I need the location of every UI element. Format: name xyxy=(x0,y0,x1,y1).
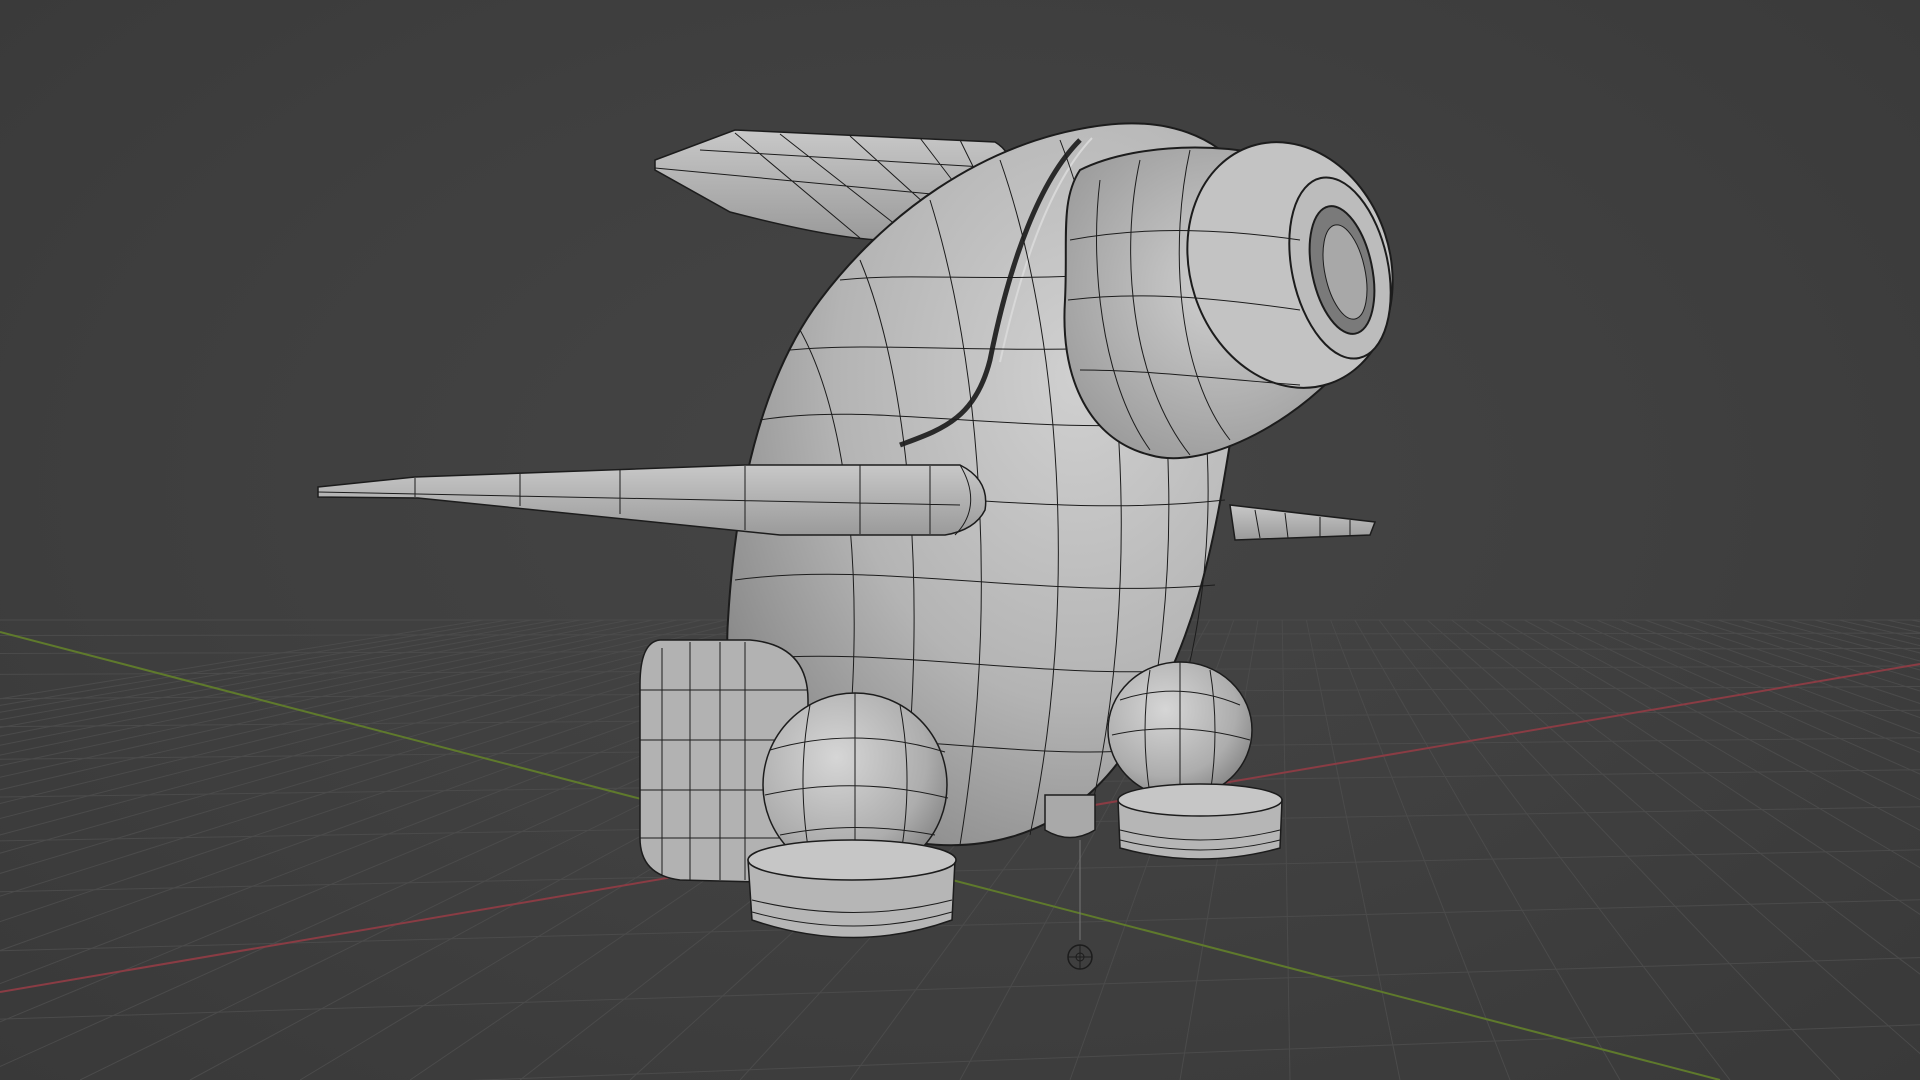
grid-line xyxy=(1645,619,1920,719)
right-wing-mesh[interactable] xyxy=(1229,504,1377,541)
grid-line xyxy=(1572,619,1920,775)
grid-line xyxy=(0,619,678,767)
viewport-scene[interactable] xyxy=(0,0,1920,1080)
grid-line xyxy=(0,619,557,721)
grid-line xyxy=(1281,619,1291,1080)
grid-line xyxy=(1669,619,1920,705)
left-wing-mesh[interactable] xyxy=(317,464,987,536)
grid-line xyxy=(469,1024,1920,1080)
origin-icon[interactable] xyxy=(1067,944,1093,970)
grid-line xyxy=(1305,619,1401,1080)
grid-line xyxy=(0,849,1920,893)
grid-line xyxy=(1548,619,1920,801)
right-landing-gear-mesh[interactable] xyxy=(1107,661,1283,860)
grid-line xyxy=(0,619,702,778)
3d-viewport[interactable] xyxy=(0,0,1920,1080)
grid-line xyxy=(0,619,581,729)
engine-nacelle-mesh[interactable] xyxy=(1063,115,1423,460)
grid-line xyxy=(0,619,605,737)
grid-line xyxy=(0,957,1920,1020)
grid-line xyxy=(0,619,750,804)
